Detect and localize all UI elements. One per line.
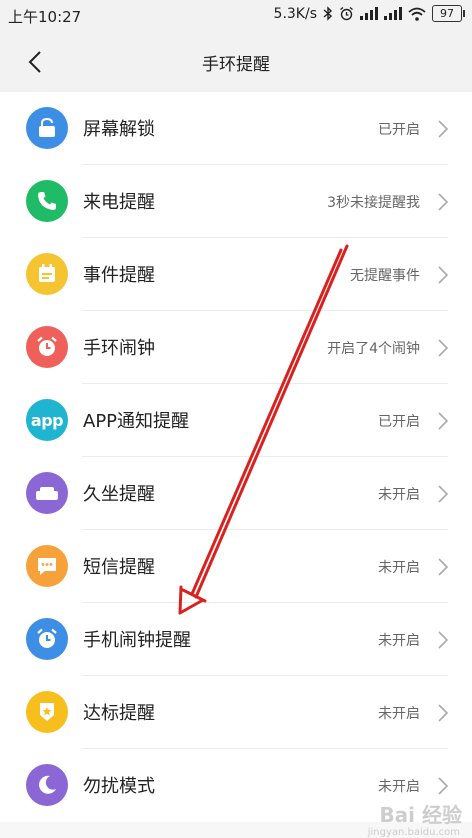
- reminder-label: 勿扰模式: [83, 776, 155, 797]
- reminder-label: 手环闹钟: [83, 338, 155, 359]
- chevron-right-icon: [438, 412, 448, 430]
- phone-icon: [26, 180, 68, 222]
- reminder-status: 3秒未接提醒我: [327, 195, 420, 211]
- network-speed: 5.3K/s: [273, 5, 317, 22]
- battery-icon: 97: [432, 5, 465, 22]
- reminder-status: 已开启: [378, 122, 420, 138]
- reminder-row-phone-alarm[interactable]: 手机闹钟提醒 未开启: [0, 603, 472, 676]
- reminder-status: 未开启: [378, 633, 420, 649]
- wifi-icon: [408, 7, 426, 21]
- lock-icon: [26, 107, 68, 149]
- bluetooth-icon: [323, 6, 333, 21]
- sofa-icon: [26, 472, 68, 514]
- badge-icon: [26, 691, 68, 733]
- reminder-status: 开启了4个闹钟: [327, 341, 420, 357]
- watermark: Bai 经验: [379, 803, 462, 827]
- reminder-label: 来电提醒: [83, 192, 155, 213]
- reminder-status: 未开启: [378, 706, 420, 722]
- chevron-right-icon: [438, 704, 448, 722]
- page-title: 手环提醒: [202, 55, 270, 75]
- reminder-row-band-alarm[interactable]: 手环闹钟 开启了4个闹钟: [0, 311, 472, 384]
- reminder-row-app-notification[interactable]: app APP通知提醒 已开启: [0, 384, 472, 457]
- signal-icon: [360, 7, 378, 20]
- app-icon: app: [26, 399, 68, 441]
- reminder-label: 达标提醒: [83, 703, 155, 724]
- signal-icon: [384, 7, 402, 20]
- reminder-row-sedentary[interactable]: 久坐提醒 未开启: [0, 457, 472, 530]
- reminder-row-goal[interactable]: 达标提醒 未开启: [0, 676, 472, 749]
- reminder-row-sms[interactable]: 短信提醒 未开启: [0, 530, 472, 603]
- reminder-status: 未开启: [378, 560, 420, 576]
- alarm-clock-icon: [26, 618, 68, 660]
- moon-icon: [26, 764, 68, 806]
- chevron-right-icon: [438, 120, 448, 138]
- chevron-right-icon: [438, 485, 448, 503]
- app-icon-text: app: [30, 410, 64, 430]
- chevron-right-icon: [438, 339, 448, 357]
- reminder-label: 久坐提醒: [83, 484, 155, 505]
- status-bar: 上午10:27 5.3K/s 97: [0, 0, 472, 30]
- header: 手环提醒: [0, 30, 472, 93]
- chevron-right-icon: [438, 193, 448, 211]
- reminder-label: APP通知提醒: [83, 411, 190, 432]
- reminder-label: 事件提醒: [83, 265, 155, 286]
- reminder-row-screen-unlock[interactable]: 屏幕解锁 已开启: [0, 92, 472, 165]
- message-icon: [26, 545, 68, 587]
- status-icons: 5.3K/s 97: [273, 5, 465, 22]
- reminder-status: 已开启: [378, 414, 420, 430]
- reminder-label: 短信提醒: [83, 557, 155, 578]
- watermark-url: jingyan.baidu.com: [367, 827, 460, 838]
- calendar-icon: [26, 253, 68, 295]
- chevron-right-icon: [438, 631, 448, 649]
- chevron-right-icon: [438, 266, 448, 284]
- chevron-right-icon: [438, 777, 448, 795]
- reminder-list: 屏幕解锁 已开启 来电提醒 3秒未接提醒我 事件提醒 无提醒事件 手环闹钟 开启…: [0, 92, 472, 822]
- reminder-label: 屏幕解锁: [83, 119, 155, 140]
- reminder-label: 手机闹钟提醒: [83, 630, 191, 651]
- status-time: 上午10:27: [8, 8, 82, 26]
- reminder-status: 未开启: [378, 779, 420, 795]
- reminder-row-incoming-call[interactable]: 来电提醒 3秒未接提醒我: [0, 165, 472, 238]
- alarm-clock-icon: [26, 326, 68, 368]
- chevron-right-icon: [438, 558, 448, 576]
- reminder-status: 无提醒事件: [350, 268, 420, 284]
- reminder-status: 未开启: [378, 487, 420, 503]
- alarm-icon: [340, 6, 353, 21]
- reminder-row-event[interactable]: 事件提醒 无提醒事件: [0, 238, 472, 311]
